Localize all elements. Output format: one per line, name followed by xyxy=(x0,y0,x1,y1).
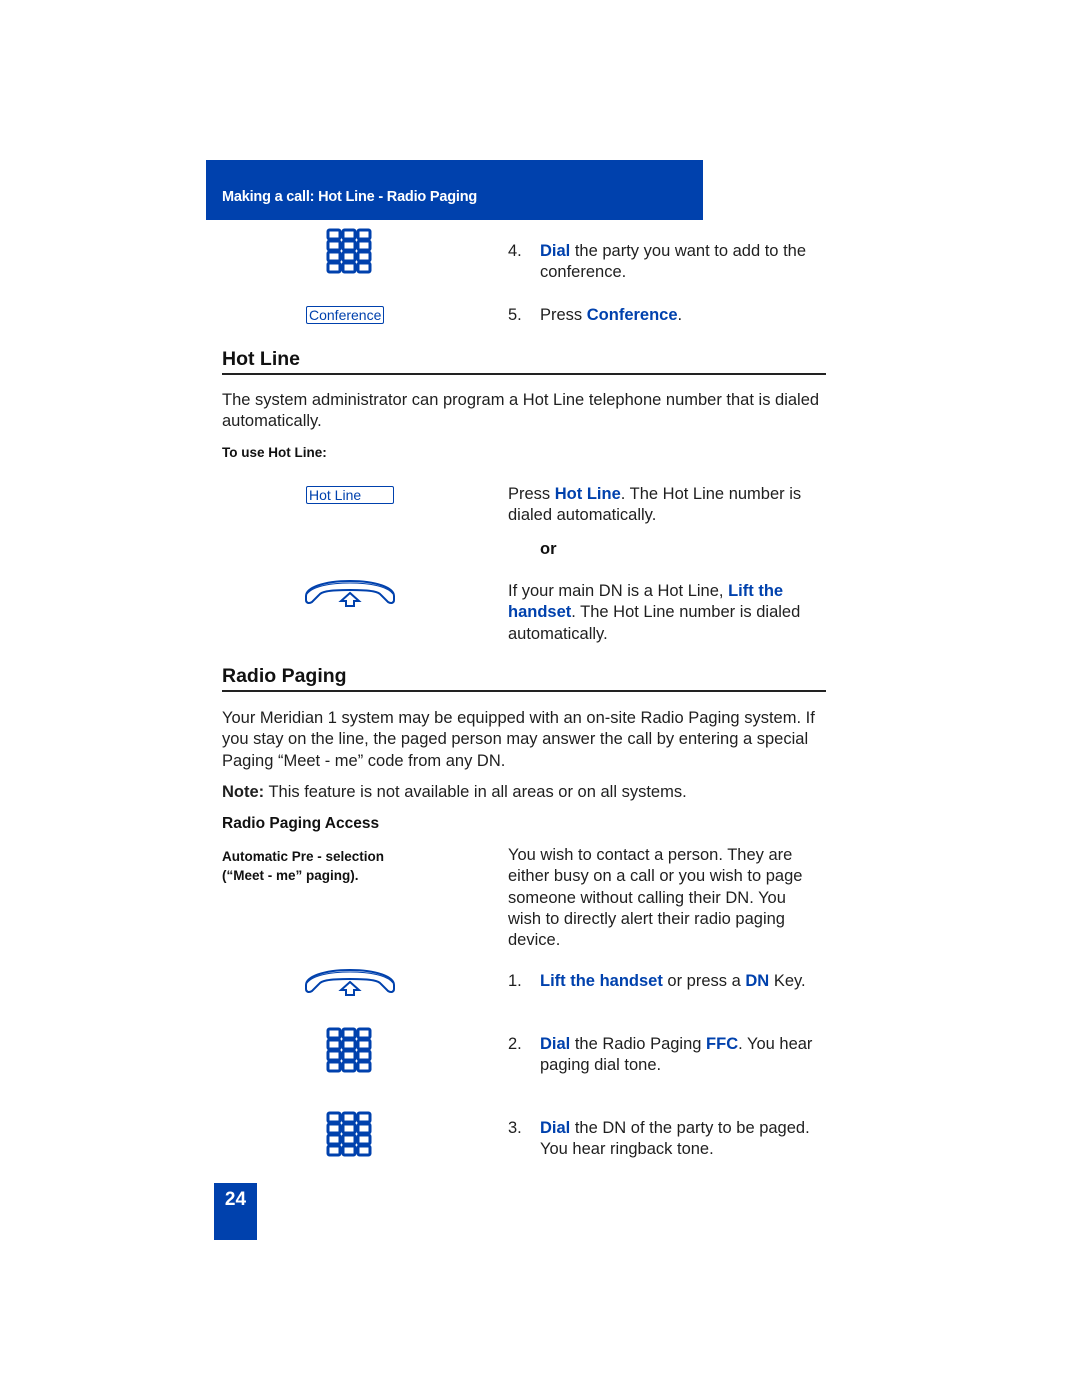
keypad-key xyxy=(356,239,372,252)
keypad-icon xyxy=(326,228,372,274)
step-text: Lift the handset or press a DN Key. xyxy=(540,971,828,992)
step-fragment: or press a xyxy=(662,972,746,990)
access-description: You wish to contact a person. They are e… xyxy=(508,846,803,950)
step-text: Dial the DN of the party to be paged. Yo… xyxy=(540,1118,828,1161)
hot-line-option-2: If your main DN is a Hot Line, Lift the … xyxy=(508,581,808,645)
keypad-key xyxy=(326,1038,342,1051)
keypad-key xyxy=(341,239,357,252)
page-number: 24 xyxy=(214,1183,257,1240)
radio-paging-step-1: 1. Lift the handset or press a DN Key. xyxy=(508,971,828,992)
hot-line-intro: The system administrator can program a H… xyxy=(222,391,820,431)
step-number: 2. xyxy=(508,1035,522,1053)
keypad-key xyxy=(341,1049,357,1062)
section-title-radio-paging: Radio Paging xyxy=(222,665,826,692)
step-suffix: . xyxy=(677,306,683,324)
access-label: Automatic Pre - selection (“Meet - me” p… xyxy=(222,847,384,885)
radio-paging-step-3: 3. Dial the DN of the party to be paged.… xyxy=(508,1118,828,1161)
keypad-key xyxy=(326,1133,342,1146)
keypad-key xyxy=(341,1144,357,1157)
option-prefix: If your main DN is a Hot Line, xyxy=(508,582,729,600)
keypad-key xyxy=(326,1144,342,1157)
lift-arrow xyxy=(338,591,362,607)
keypad-key xyxy=(341,1133,357,1146)
step-text: Dial the Radio Paging FFC. You hear pagi… xyxy=(540,1034,828,1077)
handset-lift-icon xyxy=(303,578,397,608)
header-title: Making a call: Hot Line - Radio Paging xyxy=(222,189,478,205)
handset-lift-icon xyxy=(303,967,397,997)
keypad-key xyxy=(356,1144,372,1157)
option-prefix: Press xyxy=(508,485,555,503)
radio-paging-note: Note: This feature is not available in a… xyxy=(222,782,828,803)
radio-paging-intro: Your Meridian 1 system may be equipped w… xyxy=(222,709,815,770)
keypad-key xyxy=(326,1049,342,1062)
step-number: 1. xyxy=(508,972,522,990)
keypad-key xyxy=(326,1027,342,1040)
keypad-key xyxy=(356,1111,372,1124)
keypad-key xyxy=(356,1122,372,1135)
keypad-key xyxy=(326,1111,342,1124)
action-highlight: Lift the handset xyxy=(540,972,663,990)
keypad-key xyxy=(341,1060,357,1073)
keypad-key xyxy=(326,228,342,241)
keypad-key xyxy=(356,1060,372,1073)
hot-line-option-1: Press Hot Line. The Hot Line number is d… xyxy=(508,484,808,527)
section-title-hot-line: Hot Line xyxy=(222,348,826,375)
keypad-key xyxy=(326,1060,342,1073)
note-text: This feature is not available in all are… xyxy=(264,783,687,801)
radio-paging-access-heading: Radio Paging Access xyxy=(222,815,380,832)
action-highlight: Dial xyxy=(540,1119,571,1137)
step-prefix: Press xyxy=(540,306,587,324)
conference-softkey[interactable]: Conference xyxy=(306,306,385,324)
note-label: Note: xyxy=(222,783,265,801)
step-number: 3. xyxy=(508,1119,522,1137)
keypad-icon xyxy=(326,1027,372,1073)
step-text: the party you want to add to the confere… xyxy=(540,242,807,282)
keypad-key xyxy=(326,250,342,263)
step-fragment: Key. xyxy=(769,972,806,990)
keypad-key xyxy=(356,250,372,263)
keypad-key xyxy=(356,261,372,274)
step-number: 5. xyxy=(508,306,522,324)
step-fragment: the Radio Paging xyxy=(570,1035,707,1053)
step-5: 5. Press Conference. xyxy=(508,305,828,326)
action-dial: Dial xyxy=(540,242,571,260)
hot-line-subheading: To use Hot Line: xyxy=(222,445,327,460)
keypad-key xyxy=(341,1038,357,1051)
keypad-key xyxy=(356,228,372,241)
keypad-key xyxy=(356,1038,372,1051)
action-highlight: DN xyxy=(745,972,770,990)
keypad-key xyxy=(341,1111,357,1124)
action-hot-line: Hot Line xyxy=(554,485,621,503)
keypad-key xyxy=(356,1049,372,1062)
access-label-line-1: Automatic Pre - selection xyxy=(222,849,385,864)
keypad-icon xyxy=(326,1111,372,1157)
keypad-key xyxy=(341,228,357,241)
action-highlight: Dial xyxy=(540,1035,571,1053)
step-fragment: the DN of the party to be paged. You hea… xyxy=(540,1119,810,1159)
header-bar: Making a call: Hot Line - Radio Paging xyxy=(206,160,703,220)
keypad-key xyxy=(341,261,357,274)
hot-line-softkey[interactable]: Hot Line xyxy=(306,486,394,504)
access-label-line-2: (“Meet - me” paging). xyxy=(222,868,359,883)
action-highlight: FFC xyxy=(706,1035,739,1053)
keypad-key xyxy=(341,1027,357,1040)
keypad-key xyxy=(341,1122,357,1135)
keypad-key xyxy=(326,239,342,252)
step-4: 4. Dial the party you want to add to the… xyxy=(508,241,828,284)
or-label: or xyxy=(540,540,557,558)
keypad-key xyxy=(356,1027,372,1040)
keypad-key xyxy=(326,261,342,274)
step-number: 4. xyxy=(508,242,522,260)
keypad-key xyxy=(356,1133,372,1146)
keypad-key xyxy=(341,250,357,263)
action-conference: Conference xyxy=(586,306,678,324)
lift-arrow xyxy=(338,980,362,996)
keypad-key xyxy=(326,1122,342,1135)
radio-paging-step-2: 2. Dial the Radio Paging FFC. You hear p… xyxy=(508,1034,828,1077)
